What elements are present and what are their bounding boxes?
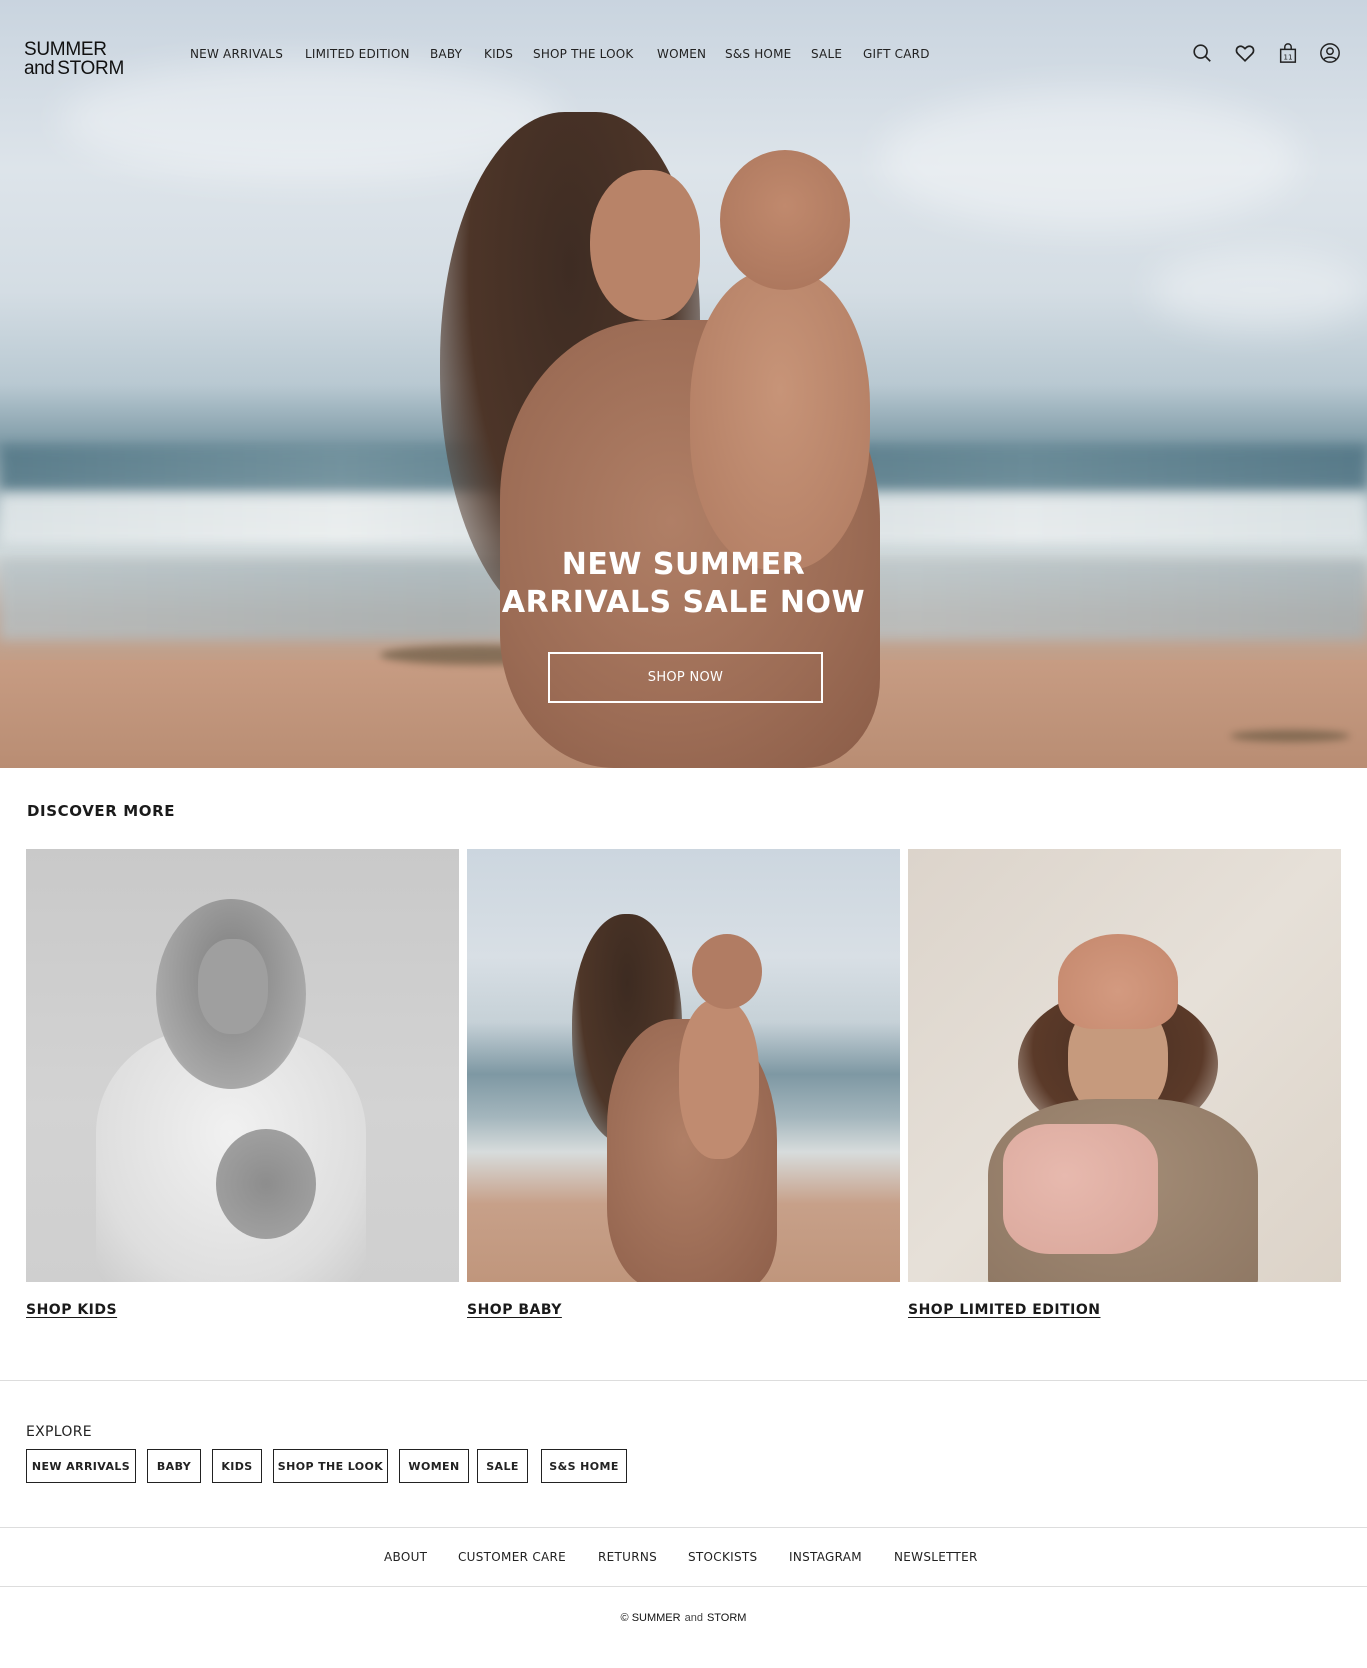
footer-link-newsletter[interactable]: NEWSLETTER [894, 1550, 978, 1564]
hero-baby [690, 270, 870, 570]
footer-link-customer-care[interactable]: CUSTOMER CARE [458, 1550, 566, 1564]
divider [0, 1527, 1367, 1528]
divider [0, 1586, 1367, 1587]
hero-cloud [1150, 250, 1367, 330]
user-icon[interactable] [1319, 42, 1341, 64]
divider [0, 1380, 1367, 1381]
image-baby-body [679, 999, 759, 1159]
hero-baby-head [720, 150, 850, 290]
explore-pill-new-arrivals[interactable]: NEW ARRIVALS [26, 1449, 136, 1483]
hero-title-line2: ARRIVALS SALE NOW [501, 585, 866, 620]
brand-logo[interactable]: SUMMER and STORM [24, 40, 124, 78]
explore-pill-shop-the-look[interactable]: SHOP THE LOOK [273, 1449, 388, 1483]
shop-limited-edition-image[interactable] [908, 849, 1341, 1282]
explore-pill-sale[interactable]: SALE [477, 1449, 528, 1483]
hero-cloud [60, 60, 560, 180]
discover-card-limited-edition: SHOP LIMITED EDITION [908, 849, 1341, 1318]
nav-item-ss-home[interactable]: S&S HOME [725, 47, 791, 61]
footer-link-stockists[interactable]: STOCKISTS [688, 1550, 757, 1564]
shop-now-button[interactable]: SHOP NOW [548, 652, 823, 703]
discover-more-title: DISCOVER MORE [27, 802, 176, 820]
shop-kids-image[interactable] [26, 849, 459, 1282]
footer-link-about[interactable]: ABOUT [384, 1550, 427, 1564]
shop-limited-edition-link[interactable]: SHOP LIMITED EDITION [908, 1302, 1341, 1318]
copyright-symbol: © [620, 1612, 629, 1624]
explore-title: EXPLORE [26, 1424, 92, 1440]
nav-item-kids[interactable]: KIDS [484, 47, 513, 61]
hero-cloud [880, 90, 1300, 230]
image-face [198, 939, 268, 1034]
discover-card-baby: SHOP BABY [467, 849, 900, 1318]
copyright: © SUMMER and STORM [0, 1612, 1367, 1624]
explore-pill-baby[interactable]: BABY [147, 1449, 201, 1483]
nav-item-new-arrivals[interactable]: NEW ARRIVALS [190, 47, 283, 61]
nav-item-gift-card[interactable]: GIFT CARD [863, 47, 930, 61]
hero-title-line1: NEW SUMMER [561, 547, 806, 582]
shop-baby-link[interactable]: SHOP BABY [467, 1302, 900, 1318]
nav-item-sale[interactable]: SALE [811, 47, 842, 61]
hero-banner: NEW SUMMER ARRIVALS SALE NOW SHOP NOW [0, 0, 1367, 768]
image-beanie [1058, 934, 1178, 1029]
logo-line2: and STORM [24, 59, 124, 78]
search-icon[interactable] [1191, 42, 1213, 64]
discover-card-kids: SHOP KIDS [26, 849, 459, 1318]
copyright-and: and [684, 1612, 703, 1624]
nav-item-limited-edition[interactable]: LIMITED EDITION [305, 47, 410, 61]
logo-line1: SUMMER [24, 39, 107, 60]
logo-storm: STORM [57, 58, 124, 79]
footer-link-returns[interactable]: RETURNS [598, 1550, 657, 1564]
image-baby [216, 1129, 316, 1239]
heart-icon[interactable] [1234, 42, 1256, 64]
shop-baby-image[interactable] [467, 849, 900, 1282]
nav-item-shop-the-look[interactable]: SHOP THE LOOK [533, 47, 634, 61]
footer-link-instagram[interactable]: INSTAGRAM [789, 1550, 862, 1564]
explore-pill-kids[interactable]: KIDS [212, 1449, 262, 1483]
nav-item-baby[interactable]: BABY [430, 47, 462, 61]
logo-and: and [24, 58, 55, 79]
shopping-bag-icon[interactable]: 11 [1277, 42, 1299, 64]
copyright-brand1: SUMMER [631, 1612, 681, 1624]
nav-item-women[interactable]: WOMEN [657, 47, 706, 61]
cart-count: 11 [1283, 52, 1292, 61]
explore-pill-ss-home[interactable]: S&S HOME [541, 1449, 627, 1483]
hero-woman-face [590, 170, 700, 320]
explore-pill-women[interactable]: WOMEN [399, 1449, 469, 1483]
image-baby-head [692, 934, 762, 1009]
shop-kids-link[interactable]: SHOP KIDS [26, 1302, 459, 1318]
image-blanket [1003, 1124, 1158, 1254]
hero-title: NEW SUMMER ARRIVALS SALE NOW [0, 546, 1367, 622]
copyright-brand2: STORM [706, 1612, 747, 1624]
hero-rocks [1230, 730, 1350, 742]
